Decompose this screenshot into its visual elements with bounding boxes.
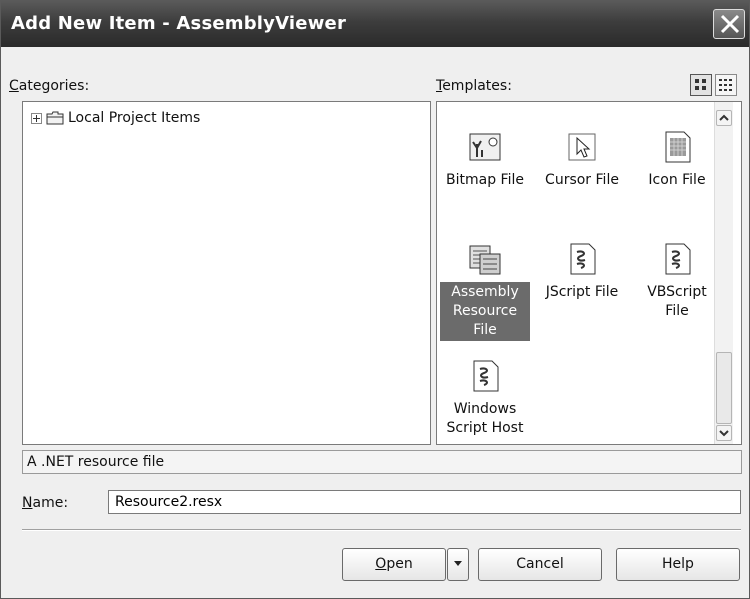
template-label: Windows Script Host bbox=[446, 401, 524, 436]
templates-label-rest: emplates: bbox=[442, 78, 512, 94]
template-windows-script-host[interactable]: Windows Script Host bbox=[440, 359, 530, 439]
template-description: A .NET resource file bbox=[22, 450, 742, 474]
open-button-label-rest: pen bbox=[386, 556, 413, 572]
template-icon-file[interactable]: Icon File bbox=[632, 130, 722, 191]
large-icons-view-button[interactable] bbox=[690, 74, 712, 96]
title-bar[interactable]: Add New Item - AssemblyViewer bbox=[1, 1, 749, 47]
templates-label: Templates: bbox=[436, 78, 512, 94]
scroll-thumb[interactable] bbox=[716, 352, 732, 424]
icon-file-icon bbox=[665, 131, 691, 163]
scroll-down-button[interactable] bbox=[716, 425, 732, 441]
template-label: Bitmap File bbox=[446, 172, 524, 188]
list-view-icon bbox=[719, 79, 732, 91]
template-bitmap-file[interactable]: Bitmap File bbox=[440, 130, 530, 191]
name-input[interactable] bbox=[108, 490, 741, 514]
window-title: Add New Item - AssemblyViewer bbox=[11, 13, 347, 34]
templates-scrollbar[interactable] bbox=[714, 102, 733, 444]
template-vbscript-file[interactable]: VBScript File bbox=[632, 242, 722, 322]
name-label-rest: ame: bbox=[32, 495, 69, 511]
script-file-icon bbox=[665, 243, 691, 275]
separator bbox=[22, 529, 741, 531]
script-file-icon bbox=[473, 360, 499, 392]
categories-label: Categories: bbox=[9, 78, 90, 94]
close-icon bbox=[720, 14, 740, 34]
script-file-icon bbox=[570, 243, 596, 275]
close-button[interactable] bbox=[713, 9, 745, 39]
template-cursor-file[interactable]: Cursor File bbox=[537, 130, 627, 191]
scroll-up-button[interactable] bbox=[716, 110, 732, 126]
expand-icon[interactable] bbox=[31, 112, 42, 124]
template-label: Icon File bbox=[648, 172, 706, 188]
categories-tree[interactable]: Local Project Items bbox=[22, 101, 431, 445]
large-icons-icon bbox=[695, 79, 706, 90]
cancel-button[interactable]: Cancel bbox=[478, 548, 602, 581]
template-label: Assembly Resource File bbox=[440, 282, 530, 341]
folder-icon bbox=[46, 111, 64, 125]
small-icons-view-button[interactable] bbox=[715, 74, 737, 96]
chevron-up-icon bbox=[719, 114, 729, 121]
resource-file-icon bbox=[469, 245, 501, 275]
template-label: JScript File bbox=[545, 284, 619, 300]
chevron-down-icon bbox=[719, 430, 729, 437]
name-label: Name: bbox=[22, 495, 69, 511]
dropdown-arrow-icon bbox=[454, 561, 462, 566]
template-assembly-resource-file[interactable]: Assembly Resource File bbox=[440, 242, 530, 341]
help-button[interactable]: Help bbox=[616, 548, 740, 581]
template-jscript-file[interactable]: JScript File bbox=[537, 242, 627, 303]
template-label: VBScript File bbox=[647, 284, 707, 319]
cursor-file-icon bbox=[568, 133, 596, 161]
templates-list[interactable]: Bitmap File Cursor File Icon File Assemb… bbox=[436, 101, 742, 445]
tree-item-local-project-items[interactable]: Local Project Items bbox=[31, 110, 200, 126]
open-button-label: Open bbox=[375, 556, 413, 572]
tree-item-label: Local Project Items bbox=[68, 110, 201, 126]
categories-label-rest: ategories: bbox=[18, 78, 90, 94]
open-button[interactable]: Open bbox=[342, 548, 446, 581]
add-new-item-dialog: Add New Item - AssemblyViewer Categories… bbox=[0, 0, 750, 599]
open-dropdown-button[interactable] bbox=[447, 548, 469, 581]
template-label: Cursor File bbox=[545, 172, 619, 188]
bitmap-file-icon bbox=[469, 133, 501, 161]
